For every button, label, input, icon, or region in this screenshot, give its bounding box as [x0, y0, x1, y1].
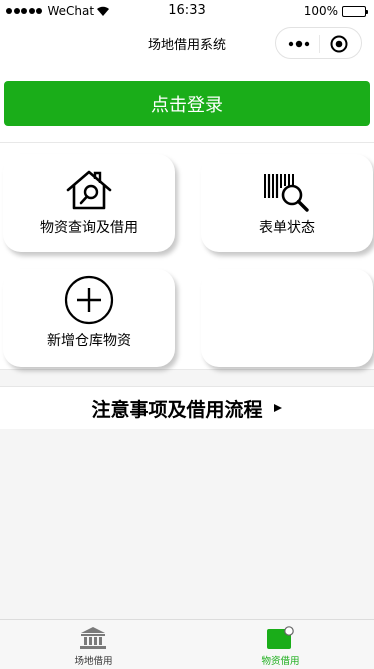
battery-percent: 100%: [303, 4, 338, 18]
mini-program-capsule: [275, 27, 362, 59]
notice-label: 注意事项及借用流程: [91, 398, 263, 421]
card-form-status[interactable]: 表单状态: [201, 154, 373, 252]
notice-link[interactable]: 注意事项及借用流程: [0, 386, 374, 429]
play-arrow-icon: [273, 404, 282, 412]
capsule-divider: [319, 35, 320, 53]
close-icon[interactable]: [330, 35, 348, 53]
menu-grid: 物资查询及借用 表单状态 新增仓库物资: [0, 142, 374, 370]
tab-label: 物资借用: [261, 656, 300, 667]
card-material-query[interactable]: 物资查询及借用: [3, 154, 175, 252]
card-empty: [201, 269, 373, 367]
battery-icon: [342, 5, 368, 17]
login-section: 点击登录: [0, 64, 374, 142]
barcode-search-icon: [264, 174, 309, 212]
status-bar: WeChat 16:33 100%: [0, 0, 374, 22]
card-label: 新增仓库物资: [47, 333, 131, 349]
green-square-badge-icon: [267, 626, 294, 649]
bank-icon: [80, 627, 106, 649]
nav-bar: 场地借用系统: [0, 22, 374, 64]
battery-status: 100%: [303, 4, 368, 18]
house-search-icon: [66, 170, 112, 210]
tab-material-borrow[interactable]: 物资借用: [187, 620, 374, 669]
card-add-material[interactable]: 新增仓库物资: [3, 269, 175, 367]
more-dots-icon[interactable]: [287, 36, 311, 52]
login-button[interactable]: 点击登录: [4, 81, 370, 126]
tab-bar: 场地借用 物资借用: [0, 619, 374, 669]
card-label: 物资查询及借用: [40, 220, 138, 236]
tab-venue-borrow[interactable]: 场地借用: [0, 620, 187, 669]
card-label: 表单状态: [259, 220, 315, 236]
tab-label: 场地借用: [74, 656, 113, 667]
plus-circle-icon: [64, 275, 114, 325]
